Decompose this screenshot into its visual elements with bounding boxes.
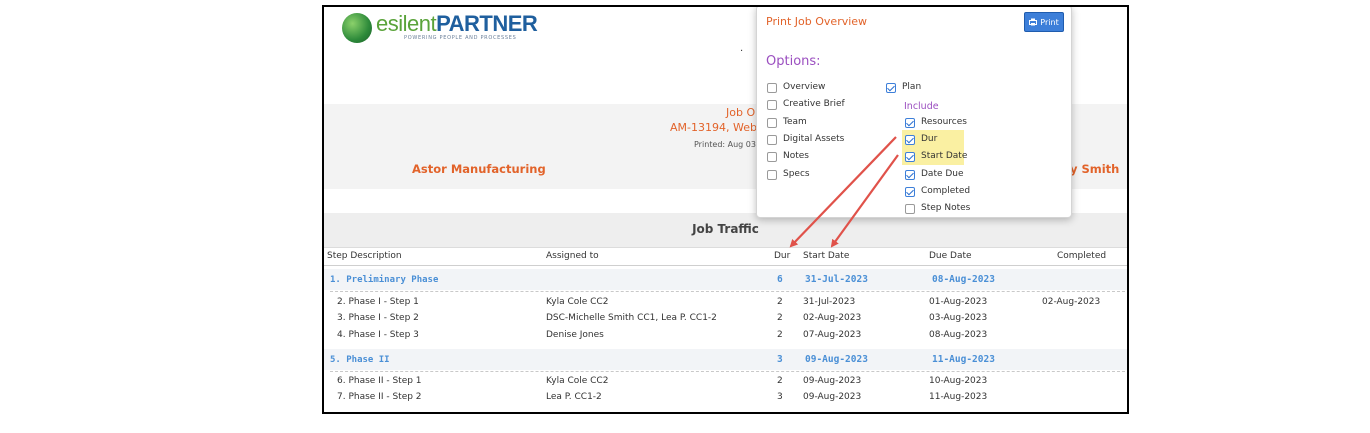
print-preview-frame: esilentPARTNER POWERING PEOPLE AND PROCE… [322, 5, 1129, 414]
annotation-arrows [789, 136, 899, 248]
